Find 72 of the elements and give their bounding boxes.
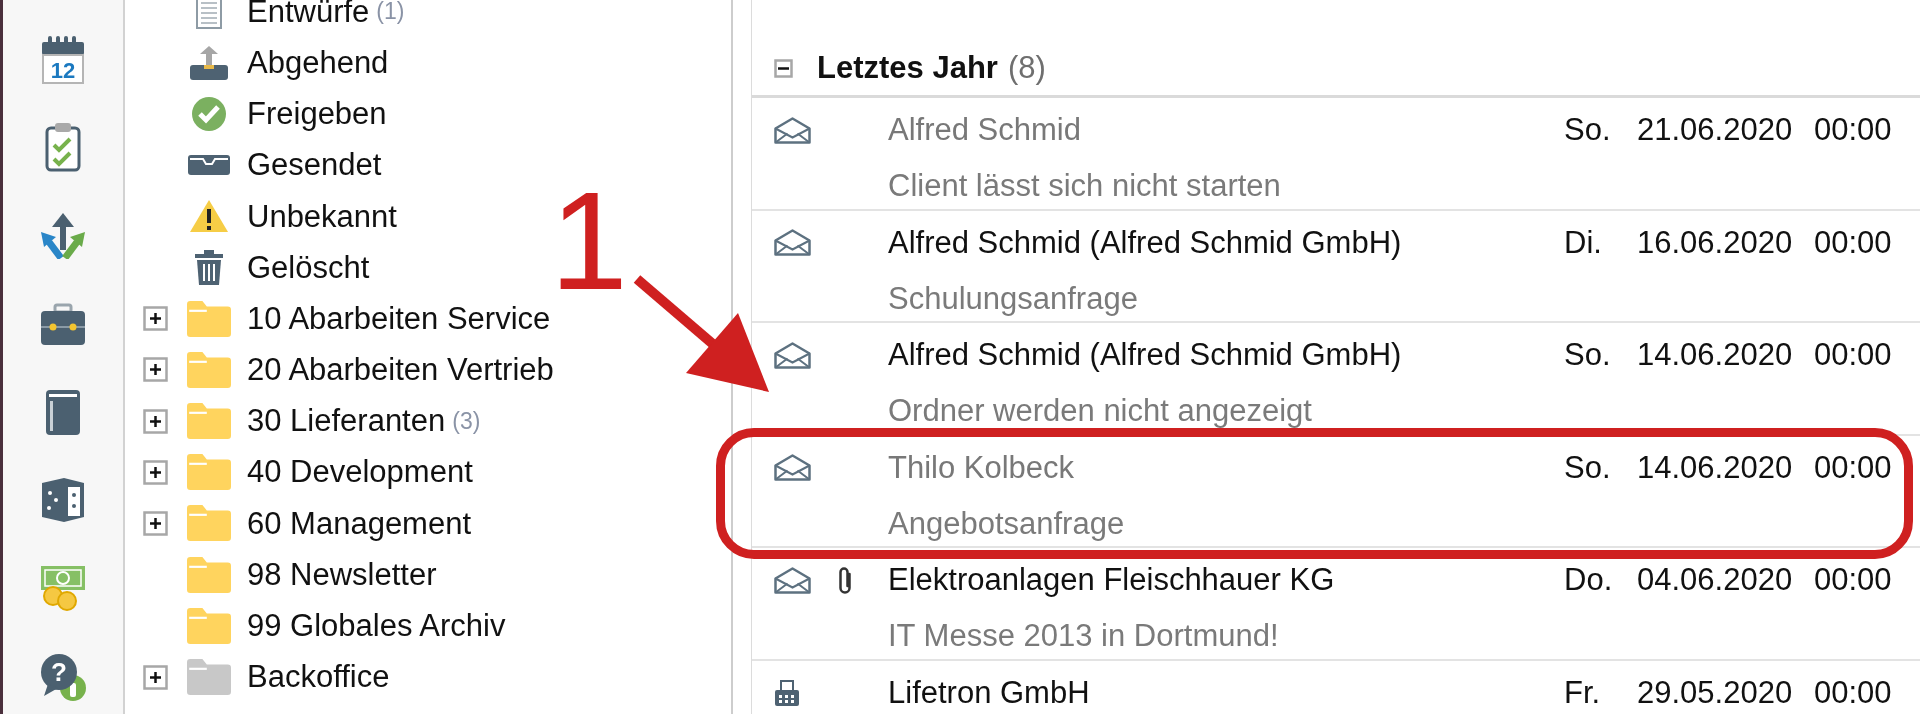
expand-icon[interactable] — [143, 510, 168, 536]
document-icon — [196, 0, 222, 29]
weekday: So. — [1564, 449, 1612, 486]
sender-name: Elektroanlagen Fleischhauer KG — [888, 562, 1336, 599]
group-count: (8) — [1007, 49, 1046, 88]
envelope-icon — [774, 116, 811, 144]
check-circle-icon — [192, 96, 226, 131]
tray-icon — [188, 155, 230, 176]
message-subject: Angebotsanfrage — [888, 505, 1126, 542]
message-date: 16.06.2020 — [1637, 224, 1794, 261]
sender-name: Thilo Kolbeck — [888, 449, 1076, 486]
outbox-tray-icon — [190, 45, 228, 80]
message-date: 04.06.2020 — [1637, 562, 1794, 599]
expand-icon[interactable] — [143, 664, 168, 690]
sender-name: Alfred Schmid (Alfred Schmid GmbH) — [888, 337, 1403, 374]
weekday: Do. — [1564, 562, 1614, 599]
branching-arrows-icon[interactable] — [41, 212, 85, 259]
message-time: 00:00 — [1814, 562, 1892, 599]
sender-name: Lifetron GmbH — [888, 674, 1091, 711]
envelope-icon — [774, 454, 811, 482]
message-subject: Ordner werden nicht angezeigt — [888, 393, 1313, 430]
unread-count: (3) — [452, 406, 481, 436]
group-title: Letztes Jahr — [817, 49, 998, 88]
message-subject: Schulungsanfrage — [888, 280, 1139, 317]
fax-icon — [774, 678, 800, 707]
message-date: 14.06.2020 — [1637, 337, 1794, 374]
folder-name[interactable]: Gesendet — [247, 147, 382, 183]
expand-icon[interactable] — [143, 408, 168, 434]
folder-name[interactable]: 40 Development — [247, 454, 473, 491]
message-time: 00:00 — [1814, 224, 1892, 261]
clipboard-check-icon[interactable] — [45, 122, 81, 173]
message-subject: IT Messe 2013 in Dortmund! — [888, 618, 1280, 655]
book-icon[interactable] — [46, 389, 80, 435]
cube-icon[interactable] — [42, 478, 84, 523]
folder-name[interactable]: 20 Abarbeiten Vertrieb — [247, 352, 554, 388]
message-date: 21.06.2020 — [1637, 112, 1794, 148]
unread-count: (1) — [376, 0, 405, 27]
message-time: 00:00 — [1814, 337, 1892, 374]
folder-name[interactable]: 30 Lieferanten — [247, 403, 446, 439]
folder-name[interactable]: 99 Globales Archiv — [247, 608, 506, 644]
warning-icon — [190, 200, 228, 233]
weekday: Fr. — [1564, 674, 1602, 711]
envelope-icon — [774, 566, 811, 594]
folder-name[interactable]: Unbekannt — [247, 198, 397, 235]
sender-name: Alfred Schmid — [888, 112, 1082, 148]
message-time: 00:00 — [1814, 449, 1892, 486]
folder-name[interactable]: Abgehend — [247, 44, 389, 81]
folder-name[interactable]: 60 Management — [247, 505, 472, 542]
expand-icon[interactable] — [143, 459, 168, 485]
envelope-icon — [774, 229, 811, 257]
folder-name[interactable]: Gelöscht — [247, 249, 370, 286]
weekday: So. — [1564, 337, 1612, 374]
message-subject: Client lässt sich nicht starten — [888, 168, 1282, 204]
sender-name: Alfred Schmid (Alfred Schmid GmbH) — [888, 224, 1403, 261]
expand-icon[interactable] — [143, 357, 168, 383]
message-time: 00:00 — [1814, 674, 1892, 711]
weekday: So. — [1564, 112, 1612, 148]
envelope-icon — [774, 341, 811, 369]
trash-icon — [195, 250, 223, 286]
briefcase-icon[interactable] — [41, 302, 85, 345]
folder-name[interactable]: Entwürfe — [247, 0, 370, 30]
annotation-number: 1 — [550, 185, 628, 297]
message-date: 14.06.2020 — [1637, 449, 1794, 486]
folder-name[interactable]: Backoffice — [247, 659, 390, 695]
folder-name[interactable]: 10 Abarbeiten Service — [247, 300, 551, 337]
weekday: Di. — [1564, 224, 1603, 261]
folder-name[interactable]: 98 Newsletter — [247, 556, 437, 593]
folder-name[interactable]: Freigeben — [247, 96, 387, 132]
message-time: 00:00 — [1814, 112, 1892, 148]
expand-icon[interactable] — [143, 306, 168, 332]
collapse-icon[interactable] — [774, 59, 793, 78]
message-date: 29.05.2020 — [1637, 674, 1794, 711]
